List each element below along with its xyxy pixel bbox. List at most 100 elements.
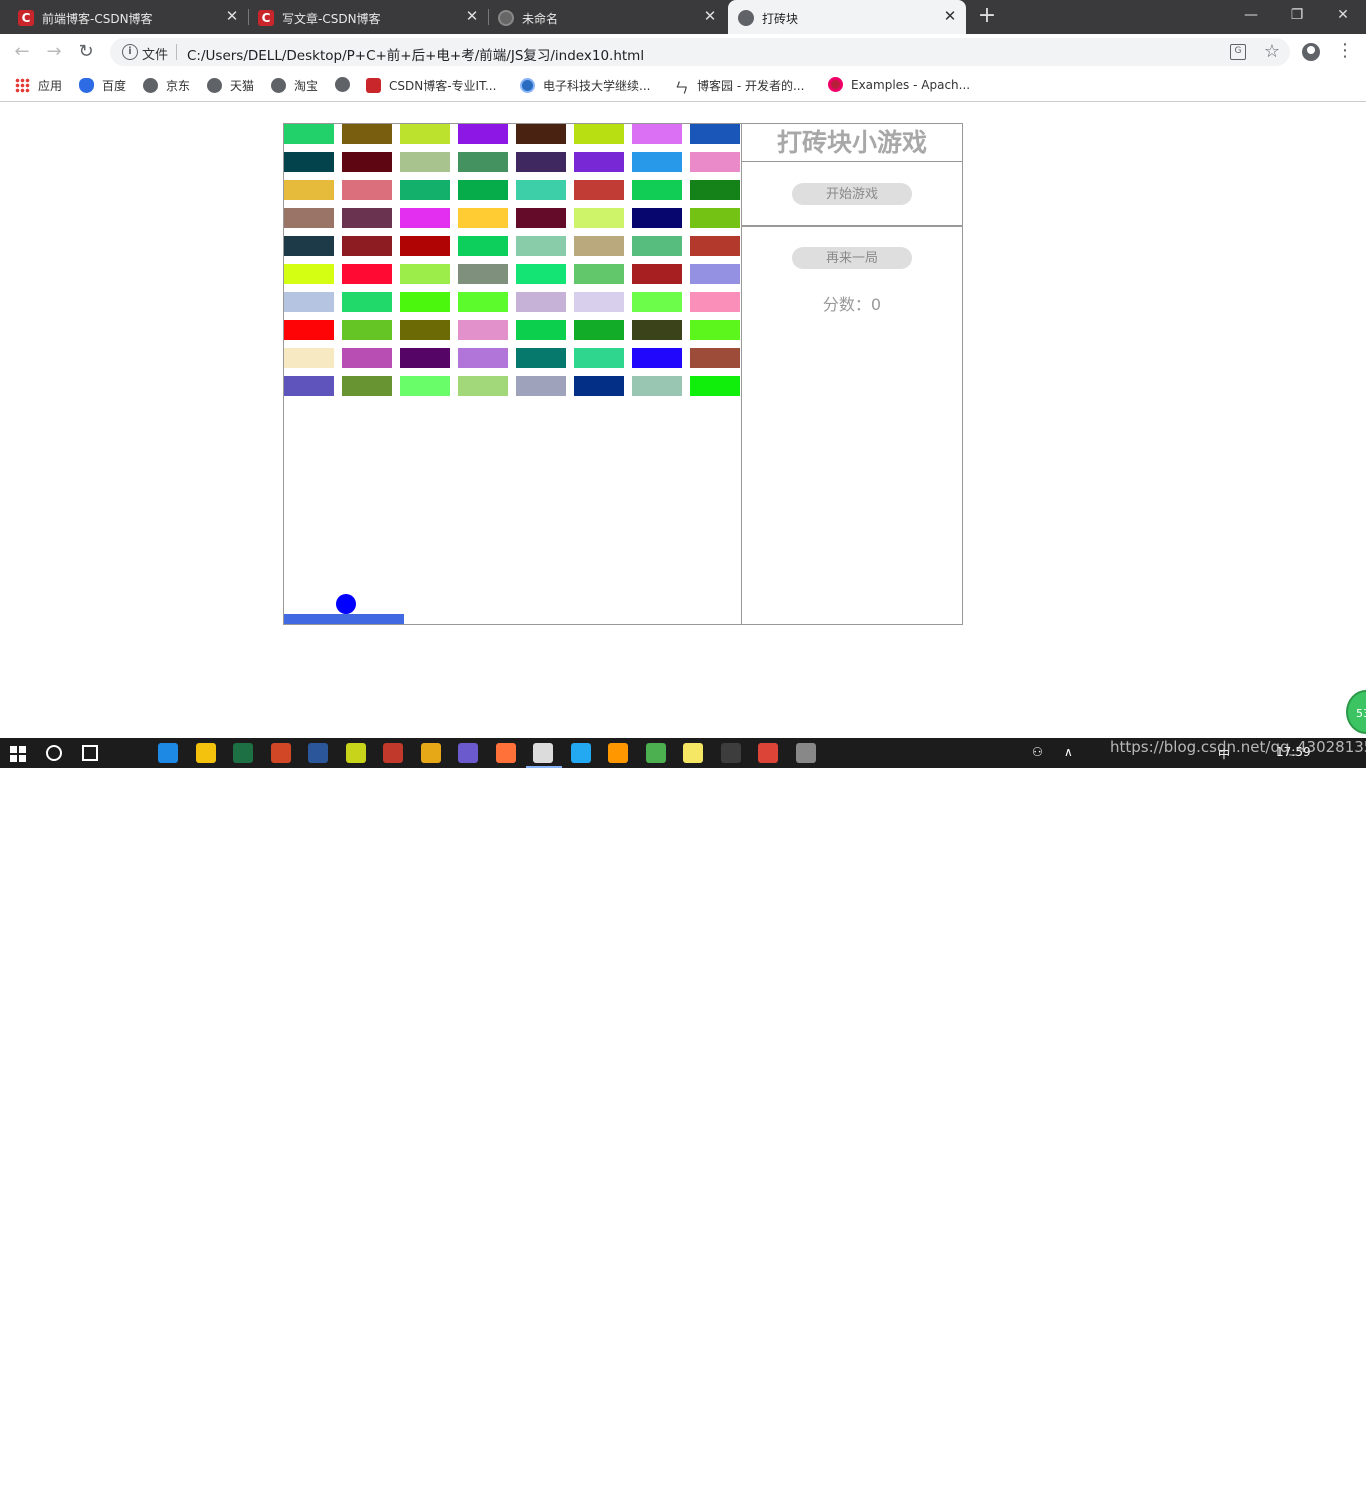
brick (574, 236, 624, 256)
translate-icon[interactable]: G (1230, 44, 1246, 60)
windows-start-icon[interactable] (10, 746, 26, 762)
intellij-icon[interactable] (720, 743, 741, 763)
brick (632, 152, 682, 172)
start-section: 开始游戏 (742, 162, 962, 227)
restore-button[interactable]: ❐ (1274, 0, 1320, 32)
firefox-icon[interactable] (495, 743, 516, 763)
tab-write-article[interactable]: C 写文章-CSDN博客 ✕ (248, 0, 489, 34)
brick (516, 180, 566, 200)
brick (516, 264, 566, 284)
start-game-button[interactable]: 开始游戏 (792, 183, 912, 205)
notepad-icon[interactable] (683, 743, 703, 763)
globe-icon (335, 77, 350, 92)
game-icon[interactable] (795, 743, 816, 763)
brick (690, 292, 740, 312)
explorer-icon[interactable] (195, 743, 216, 763)
brick (342, 264, 392, 284)
floating-speed-badge[interactable]: 53 (1346, 690, 1366, 734)
search-icon[interactable] (46, 745, 62, 761)
frog-icon[interactable] (645, 743, 666, 763)
close-icon[interactable]: ✕ (942, 8, 958, 24)
bookmark-cnblogs[interactable]: ㄣ博客园 - 开发者的... (674, 77, 805, 97)
powerpoint-icon[interactable] (270, 743, 291, 763)
chrome-alt-icon[interactable] (758, 743, 778, 763)
brick (690, 124, 740, 144)
reload-button[interactable]: ↻ (74, 40, 98, 64)
calc-icon[interactable] (383, 743, 403, 763)
chrome-icon[interactable] (533, 743, 553, 763)
brick (690, 236, 740, 256)
brick (342, 180, 392, 200)
brick (516, 320, 566, 340)
notification-icon[interactable] (1326, 1482, 1342, 1496)
people-icon[interactable]: ⚇ (1032, 745, 1043, 759)
tab-title: 未命名 (522, 12, 559, 26)
bookmark-tmall[interactable]: 天猫 (207, 77, 254, 95)
brick (400, 152, 450, 172)
brick (516, 208, 566, 228)
menu-icon[interactable]: ⋮ (1336, 42, 1354, 60)
word-icon[interactable] (308, 743, 328, 763)
bookmark-uestc[interactable]: 电子科技大学继续... (520, 77, 650, 95)
tab-brick-game[interactable]: 打砖块 ✕ (728, 0, 966, 34)
brick (400, 264, 450, 284)
brick (400, 180, 450, 200)
bookmark-label: 电子科技大学继续... (543, 79, 651, 93)
chevron-up-icon[interactable]: ∧ (1064, 745, 1073, 759)
address-bar[interactable]: i 文件 C:/Users/DELL/Desktop/P+C+前+后+电+考/前… (110, 38, 1290, 66)
url-text[interactable]: C:/Users/DELL/Desktop/P+C+前+后+电+考/前端/JS复… (187, 44, 644, 64)
bookmark-label: 京东 (166, 79, 191, 93)
bookmark-jd[interactable]: 京东 (143, 77, 190, 95)
brick (574, 152, 624, 172)
paddle[interactable] (284, 614, 404, 624)
window-close-button[interactable]: ✕ (1320, 0, 1366, 32)
brick (632, 348, 682, 368)
brick (632, 124, 682, 144)
brick (284, 264, 334, 284)
info-icon[interactable]: i (122, 44, 138, 60)
restart-button[interactable]: 再来一局 (792, 247, 912, 269)
vscode-icon[interactable] (570, 743, 591, 763)
edge-icon[interactable] (158, 743, 178, 763)
star-icon[interactable]: ☆ (1264, 41, 1280, 62)
brick (458, 292, 508, 312)
sublime-icon[interactable] (608, 743, 628, 763)
brick (458, 208, 508, 228)
bookmark-baidu[interactable]: 百度 (79, 77, 126, 95)
brick (632, 376, 682, 396)
brick (400, 124, 450, 144)
forward-button[interactable]: → (42, 40, 66, 64)
brick (690, 152, 740, 172)
cnblogs-icon: ㄣ (674, 81, 689, 97)
tab-csdn-blog[interactable]: C 前端博客-CSDN博客 ✕ (8, 0, 249, 34)
bookmark-label: 天猫 (230, 79, 255, 93)
globe-icon (498, 10, 514, 26)
close-icon[interactable]: ✕ (464, 8, 480, 24)
back-button[interactable]: ← (10, 40, 34, 64)
new-tab-button[interactable]: + (976, 5, 998, 27)
brick (458, 264, 508, 284)
browser-toolbar: ← → ↻ i 文件 C:/Users/DELL/Desktop/P+C+前+后… (0, 34, 1366, 70)
game-board[interactable] (283, 123, 742, 625)
excel-icon[interactable] (233, 743, 253, 763)
bookmark-label: 淘宝 (294, 79, 319, 93)
close-icon[interactable]: ✕ (702, 8, 718, 24)
brick (458, 152, 508, 172)
brick (342, 376, 392, 396)
bookmark-taobao[interactable]: 淘宝 (271, 77, 318, 95)
network-icon[interactable] (458, 743, 478, 763)
close-icon[interactable]: ✕ (224, 8, 240, 24)
minimize-button[interactable]: — (1228, 0, 1274, 32)
task-view-icon[interactable] (82, 745, 98, 761)
bookmark-csdn[interactable]: CSDN博客-专业IT... (366, 77, 496, 95)
mindmap-icon[interactable] (345, 743, 366, 763)
bookmark-apache[interactable]: Examples - Apach... (828, 77, 970, 95)
bookmark-apps[interactable]: 应用 (15, 77, 62, 95)
tab-untitled[interactable]: 未命名 ✕ (488, 0, 726, 34)
brick (458, 124, 508, 144)
chart-icon[interactable] (420, 743, 441, 763)
brick (574, 124, 624, 144)
account-icon[interactable] (1302, 43, 1320, 61)
bookmark-unnamed[interactable] (335, 77, 358, 95)
brick (690, 376, 740, 396)
